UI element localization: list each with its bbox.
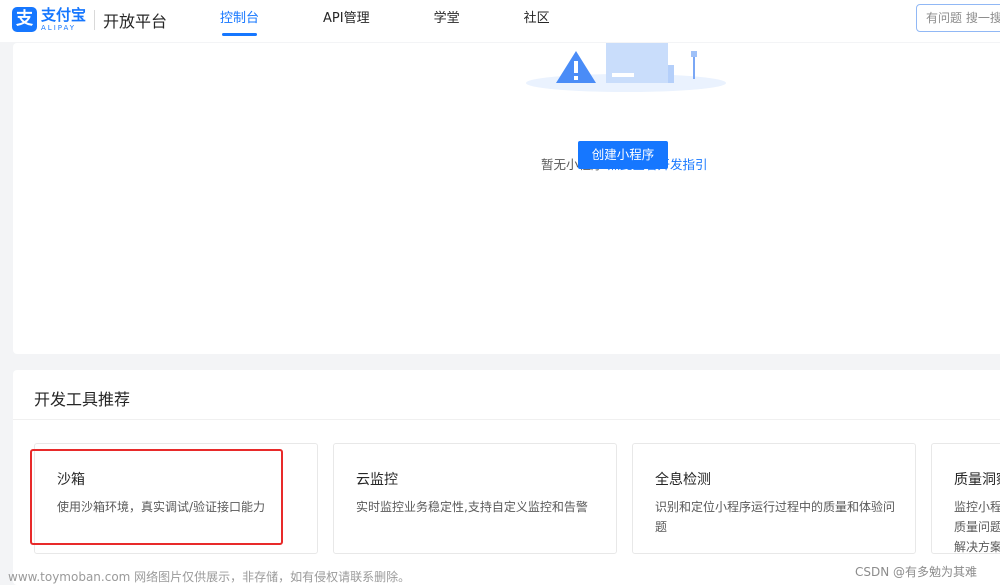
tool-desc: 监控小程序质量问题和解决方案 [954,500,1000,554]
tool-name: 云监控 [356,472,398,488]
nav-community[interactable]: 社区 [514,0,560,42]
tool-desc: 实时监控业务稳定性,支持自定义监控和告警 [356,500,588,514]
create-mini-program-button[interactable]: 创建小程序 [578,141,668,169]
nav-academy[interactable]: 学堂 [424,0,470,42]
mini-program-panel: 暂无小程序 点此查看开发指引 创建小程序 [13,43,1000,354]
divider [13,419,1000,420]
main-nav: 控制台 API管理 学堂 社区 [210,0,604,42]
dev-tools-title: 开发工具推荐 [34,390,131,409]
platform-title: 开放平台 [103,11,168,31]
watermark-text: www.toymoban.com 网络图片仅供展示，非存储，如有侵权请联系删除。 [8,570,411,584]
tool-name: 全息检测 [655,472,711,488]
tool-card-cloud-monitor[interactable]: 云监控 实时监控业务稳定性,支持自定义监控和告警 [333,443,617,554]
author-watermark: CSDN @有多勉为其难 [855,565,978,579]
logo-words: 支付宝 ALIPAY [41,5,87,32]
empty-illustration-icon [526,43,726,92]
tool-name: 质量洞察 [954,472,1000,488]
logo-divider [94,9,96,30]
alipay-logo-icon: 支 [12,7,37,32]
logo-en: ALIPAY [41,23,77,32]
tool-desc: 识别和定位小程序运行过程中的质量和体验问题 [655,500,896,534]
tool-card-holographic-check[interactable]: 全息检测 识别和定位小程序运行过程中的质量和体验问题 [632,443,916,554]
nav-api-management[interactable]: API管理 [313,0,380,42]
alipay-logo[interactable]: 支 支付宝 ALIPAY 开放平台 [12,7,167,32]
nav-console[interactable]: 控制台 [210,0,269,42]
tool-card-quality-insight[interactable]: 质量洞察 监控小程序质量问题和解决方案 [931,443,1000,554]
sandbox-highlight-annotation [30,449,283,545]
top-header: 支 支付宝 ALIPAY 开放平台 控制台 API管理 学堂 社区 有问题 搜一… [0,0,1000,42]
search-input[interactable]: 有问题 搜一搜 [916,4,1000,32]
logo-cn: 支付宝 [41,5,87,24]
alipay-logo-glyph: 支 [16,9,33,29]
